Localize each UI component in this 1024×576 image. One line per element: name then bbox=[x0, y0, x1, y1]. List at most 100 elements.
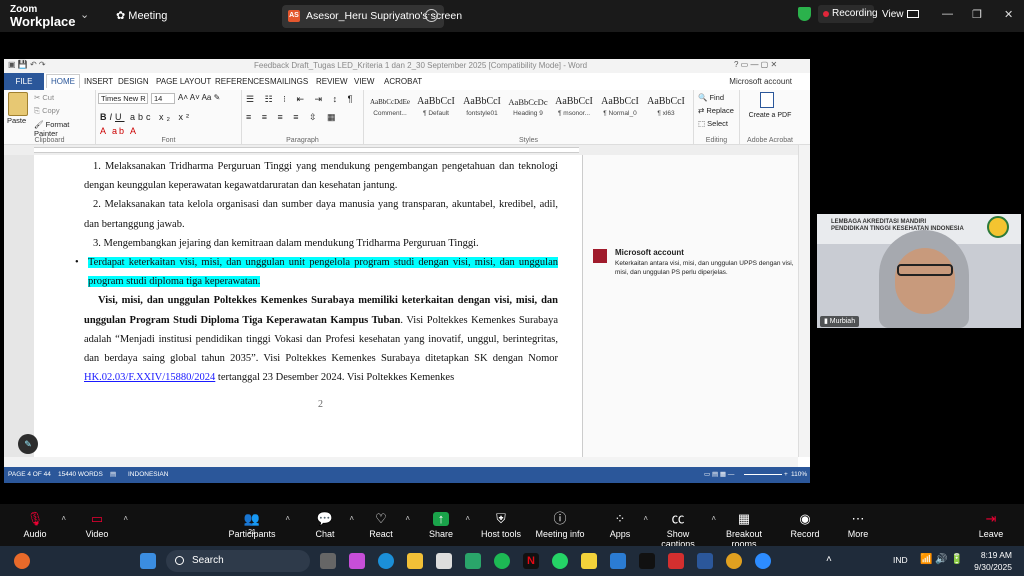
tab-design[interactable]: DESIGN bbox=[118, 77, 149, 86]
host-tools-button[interactable]: ⛨ Host tools bbox=[478, 504, 524, 546]
comment-text[interactable]: Keterkaitan antara visi, misi, dan unggu… bbox=[615, 259, 795, 277]
zoom-icon[interactable] bbox=[755, 553, 771, 569]
zoom-level[interactable]: 110% bbox=[791, 467, 807, 483]
style-fontstyle01[interactable]: AaBbCcI fontstyle01 bbox=[460, 94, 504, 126]
chevron-up-icon[interactable]: ˄ bbox=[61, 514, 66, 523]
proofing-icon[interactable]: ▤ bbox=[110, 467, 116, 483]
create-pdf-button[interactable]: Create a PDF bbox=[746, 112, 794, 119]
taskbar-search[interactable]: Search bbox=[166, 550, 310, 572]
file-explorer-icon[interactable] bbox=[407, 553, 423, 569]
audio-button[interactable]: 🎙 Audio ˄ bbox=[14, 504, 66, 546]
account-name[interactable]: Microsoft account bbox=[729, 77, 792, 86]
participants-button[interactable]: 👥21 Participants ˄ bbox=[224, 504, 290, 546]
tab-acrobat[interactable]: ACROBAT bbox=[384, 77, 422, 86]
close-icon[interactable]: ✕ bbox=[1004, 8, 1013, 21]
store-icon[interactable] bbox=[436, 553, 452, 569]
font-name-select[interactable]: Times New R bbox=[98, 93, 148, 104]
meeting-info-button[interactable]: ⓘ Meeting info bbox=[534, 504, 586, 546]
participant-video-tile[interactable]: LEMBAGA AKREDITASI MANDIRI PENDIDIKAN TI… bbox=[817, 214, 1021, 328]
recording-indicator[interactable]: Recording bbox=[818, 5, 878, 23]
paste-icon[interactable] bbox=[8, 92, 28, 116]
paste-label[interactable]: Paste bbox=[7, 116, 26, 125]
window-controls[interactable]: ? ▭ — ▢ ✕ bbox=[734, 60, 777, 69]
task-view-icon[interactable] bbox=[320, 553, 336, 569]
zoom-slider[interactable] bbox=[744, 474, 782, 475]
tab-page-layout[interactable]: PAGE LAYOUT bbox=[156, 77, 211, 86]
word-icon[interactable] bbox=[697, 553, 713, 569]
acrobat-icon[interactable] bbox=[668, 553, 684, 569]
breakout-rooms-button[interactable]: ▦ Breakout rooms bbox=[714, 504, 774, 550]
style-normal0[interactable]: AaBbCcI ¶ Normal_0 bbox=[598, 94, 642, 126]
horizontal-scrollbar[interactable] bbox=[4, 457, 798, 467]
video-button[interactable]: ▭ Video ˄ bbox=[76, 504, 128, 546]
find-button[interactable]: 🔍 Find bbox=[698, 93, 724, 102]
annotate-icon[interactable]: ✎ bbox=[18, 434, 38, 454]
tab-insert[interactable]: INSERT bbox=[84, 77, 113, 86]
chevron-down-icon[interactable]: ⌄ bbox=[80, 8, 89, 21]
tab-review[interactable]: REVIEW bbox=[316, 77, 348, 86]
sk-link[interactable]: HK.02.03/F.XXIV/15880/2024 bbox=[84, 372, 215, 383]
chevron-up-icon[interactable]: ˄ bbox=[465, 514, 470, 523]
tiktok-icon[interactable] bbox=[639, 553, 655, 569]
style-xl63[interactable]: AaBbCcI ¶ xl63 bbox=[644, 94, 688, 126]
select-button[interactable]: ⬚ Select bbox=[698, 119, 728, 128]
messenger-icon[interactable] bbox=[610, 553, 626, 569]
edge-icon[interactable] bbox=[378, 553, 394, 569]
chevron-up-icon[interactable]: ˄ bbox=[285, 514, 290, 523]
language-status[interactable]: INDONESIAN bbox=[128, 467, 168, 483]
ruler[interactable] bbox=[4, 145, 810, 155]
tab-file[interactable]: FILE bbox=[4, 73, 44, 90]
list-buttons[interactable]: ☰ ☷ ⁝ ⇤ ⇥ ↕ ¶ bbox=[246, 94, 356, 105]
tab-references[interactable]: REFERENCES bbox=[215, 77, 270, 86]
app-icon[interactable] bbox=[465, 553, 481, 569]
tab-view[interactable]: VIEW bbox=[354, 77, 374, 86]
copy-button[interactable]: ⎘ Copy bbox=[34, 106, 60, 116]
chevron-up-icon[interactable]: ˄ bbox=[643, 514, 648, 523]
minimize-icon[interactable]: — bbox=[942, 8, 953, 20]
react-button[interactable]: ♡ React ˄ bbox=[362, 504, 410, 546]
apps-button[interactable]: ⁘ Apps ˄ bbox=[602, 504, 648, 546]
network-volume-icons[interactable]: 📶 🔊 🔋 bbox=[920, 554, 963, 565]
style-comment[interactable]: AaBbCcDdEe Comment... bbox=[368, 94, 412, 126]
page-count[interactable]: PAGE 4 OF 44 bbox=[8, 467, 51, 483]
style-msonormal[interactable]: AaBbCcI ¶ msonor... bbox=[552, 94, 596, 126]
shield-icon[interactable] bbox=[798, 7, 811, 21]
font-size-buttons[interactable]: A˄ A˅ Aa ✎ bbox=[178, 93, 220, 102]
font-size-select[interactable]: 14 bbox=[151, 93, 175, 104]
font-format-buttons[interactable]: BIU abc x₂ x² bbox=[100, 112, 192, 122]
tab-mailings[interactable]: MAILINGS bbox=[270, 77, 308, 86]
captions-button[interactable]: ㏄ Show captions ˄ bbox=[650, 504, 716, 550]
style-heading9[interactable]: AaBbCcDc Heading 9 bbox=[506, 94, 550, 126]
chat-button[interactable]: 💬 Chat ˄ bbox=[306, 504, 354, 546]
vertical-scrollbar[interactable] bbox=[798, 145, 810, 457]
notes-icon[interactable] bbox=[581, 553, 597, 569]
share-screen-tab[interactable]: AS Asesor_Heru Supriyatno's screen ··· bbox=[282, 5, 462, 28]
copilot-icon[interactable] bbox=[349, 553, 365, 569]
pdf-icon[interactable] bbox=[760, 92, 774, 108]
widgets-icon[interactable] bbox=[14, 553, 30, 569]
leave-button[interactable]: ⇥ Leave bbox=[972, 504, 1010, 546]
whatsapp-icon[interactable] bbox=[552, 553, 568, 569]
chevron-up-icon[interactable]: ˄ bbox=[349, 514, 354, 523]
align-buttons[interactable]: ≡ ≡ ≡ ≡ ⇳ ▦ bbox=[246, 112, 340, 123]
font-color-buttons[interactable]: A ab A bbox=[100, 126, 138, 136]
word-count[interactable]: 15440 WORDS bbox=[58, 467, 103, 483]
style-default[interactable]: AaBbCcI ¶ Default bbox=[414, 94, 458, 126]
replace-button[interactable]: ⇄ Replace bbox=[698, 106, 734, 115]
start-icon[interactable] bbox=[140, 553, 156, 569]
taskbar-clock[interactable]: 8:19 AM 9/30/2025 bbox=[974, 549, 1012, 573]
spotify-icon[interactable] bbox=[494, 553, 510, 569]
cut-button[interactable]: ✂ Cut bbox=[34, 93, 54, 102]
netflix-icon[interactable]: N bbox=[523, 553, 539, 569]
more-icon[interactable]: ··· bbox=[425, 9, 438, 22]
meeting-tab[interactable]: ✿ Meeting bbox=[116, 9, 167, 22]
tray-chevron-icon[interactable]: ˄ bbox=[826, 554, 832, 565]
more-button[interactable]: ⋯ More bbox=[840, 504, 876, 546]
view-mode-icons[interactable]: ▭ ▤ ▦ — bbox=[704, 467, 734, 483]
share-button[interactable]: ↑ Share ˄ bbox=[422, 504, 470, 546]
chrome-icon[interactable] bbox=[726, 553, 742, 569]
document-page[interactable]: 1. Melaksanakan Tridharma Perguruan Ting… bbox=[34, 155, 582, 457]
view-button[interactable]: View bbox=[882, 9, 919, 20]
format-painter-button[interactable]: 🖌 Format Painter bbox=[34, 120, 95, 138]
chevron-up-icon[interactable]: ˄ bbox=[405, 514, 410, 523]
